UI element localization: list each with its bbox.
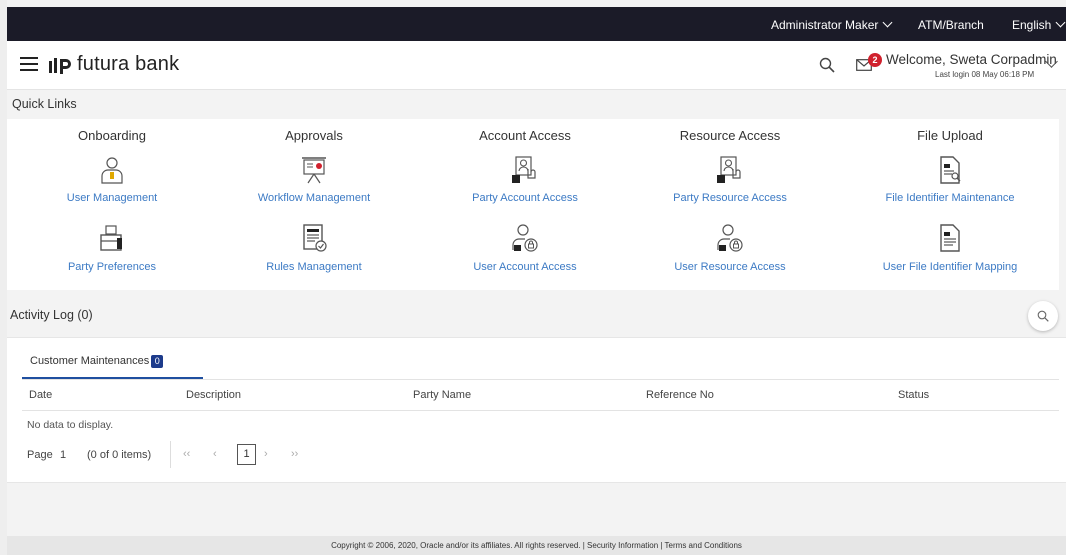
tab-customer-maintenances[interactable]: Customer Maintenances 0 [22,350,203,379]
header-divider [22,410,1059,411]
user-account-access-icon[interactable] [510,223,540,253]
branch-link[interactable]: ATM/Branch [918,18,984,32]
quick-links-column: Onboarding User Management Party Prefere… [7,119,217,290]
user-management-icon[interactable] [97,155,127,185]
role-label: Administrator Maker [771,18,879,32]
workflow-management-icon[interactable] [299,155,329,185]
page-value: 1 [60,449,67,461]
quick-links-title: Quick Links [12,97,77,111]
link-user-resource-access[interactable]: User Resource Access [625,261,835,273]
chevron-down-icon [1055,17,1066,28]
file-identifier-maintenance-icon[interactable] [935,155,965,185]
link-rules-management[interactable]: Rules Management [209,261,419,273]
current-page-box[interactable]: 1 [237,444,256,465]
link-file-identifier-maintenance[interactable]: File Identifier Maintenance [845,192,1055,204]
quick-links-panel: Onboarding User Management Party Prefere… [7,119,1059,290]
items-count: (0 of 0 items) [87,449,152,461]
party-resource-access-icon[interactable] [715,155,745,185]
activity-search-button[interactable] [1028,301,1058,331]
page-label: Page [27,449,53,461]
link-party-account-access[interactable]: Party Account Access [420,192,630,204]
next-page-icon[interactable]: › [264,448,268,460]
column-header-date: Date [29,389,53,401]
app-frame: Administrator Maker ATM/Branch English f… [7,0,1066,555]
role-selector[interactable]: Administrator Maker [771,17,893,32]
column-header-party-name: Party Name [413,389,472,401]
party-preferences-icon[interactable] [97,223,127,253]
tab-label: Customer Maintenances [30,355,150,367]
footer: Copyright © 2006, 2020, Oracle and/or it… [7,536,1066,555]
branch-label: ATM/Branch [918,18,984,32]
first-page-icon[interactable]: ‹‹ [183,448,190,460]
activity-log-panel: Customer Maintenances 0 Date Description … [7,337,1066,483]
column-header-status: Status [898,389,930,401]
tab-divider [22,379,1059,380]
search-icon[interactable] [819,57,835,73]
header: futura bank 2 Welcome, Sweta Corpadmin L… [7,41,1066,90]
category-approvals: Approvals [285,128,343,143]
quick-links-column: Account Access Party Account Access User… [420,119,630,290]
chevron-down-icon [882,17,893,28]
column-header-description: Description [186,389,242,401]
logo[interactable]: futura bank [49,53,179,76]
link-user-file-identifier-mapping[interactable]: User File Identifier Mapping [845,261,1055,273]
last-page-icon[interactable]: ›› [291,448,298,460]
activity-log-header: Activity Log (0) [7,291,1066,336]
menu-icon[interactable] [20,57,38,71]
activity-log-title: Activity Log (0) [10,308,93,322]
empty-message: No data to display. [27,419,114,431]
welcome-text[interactable]: Welcome, Sweta Corpadmin [886,52,1057,67]
party-account-access-icon[interactable] [510,155,540,185]
link-party-preferences[interactable]: Party Preferences [7,261,217,273]
link-party-resource-access[interactable]: Party Resource Access [625,192,835,204]
tab-count-badge: 0 [151,355,164,368]
category-account-access: Account Access [479,128,571,143]
last-login-text: Last login 08 May 06:18 PM [935,70,1035,79]
brand-name: futura bank [77,53,180,75]
language-label: English [1012,18,1052,32]
category-onboarding: Onboarding [78,128,146,143]
pager-divider [170,441,171,468]
column-header-reference-no: Reference No [646,389,714,401]
link-user-management[interactable]: User Management [7,192,217,204]
link-user-account-access[interactable]: User Account Access [420,261,630,273]
quick-links-column: File Upload File Identifier Maintenance … [845,119,1055,290]
category-file-upload: File Upload [917,128,983,143]
quick-links-column: Approvals Workflow Management Rules Mana… [209,119,419,290]
user-resource-access-icon[interactable] [715,223,745,253]
category-resource-access: Resource Access [679,128,781,143]
prev-page-icon[interactable]: ‹ [213,448,217,460]
language-selector[interactable]: English [1012,17,1066,32]
rules-management-icon[interactable] [299,223,329,253]
notification-badge[interactable]: 2 [868,53,882,67]
top-bar: Administrator Maker ATM/Branch English [7,7,1066,41]
futura-logo-icon [49,57,71,74]
quick-links-column: Resource Access Party Resource Access Us… [625,119,835,290]
user-file-identifier-mapping-icon[interactable] [935,223,965,253]
search-icon [1037,310,1049,322]
link-workflow-management[interactable]: Workflow Management [209,192,419,204]
